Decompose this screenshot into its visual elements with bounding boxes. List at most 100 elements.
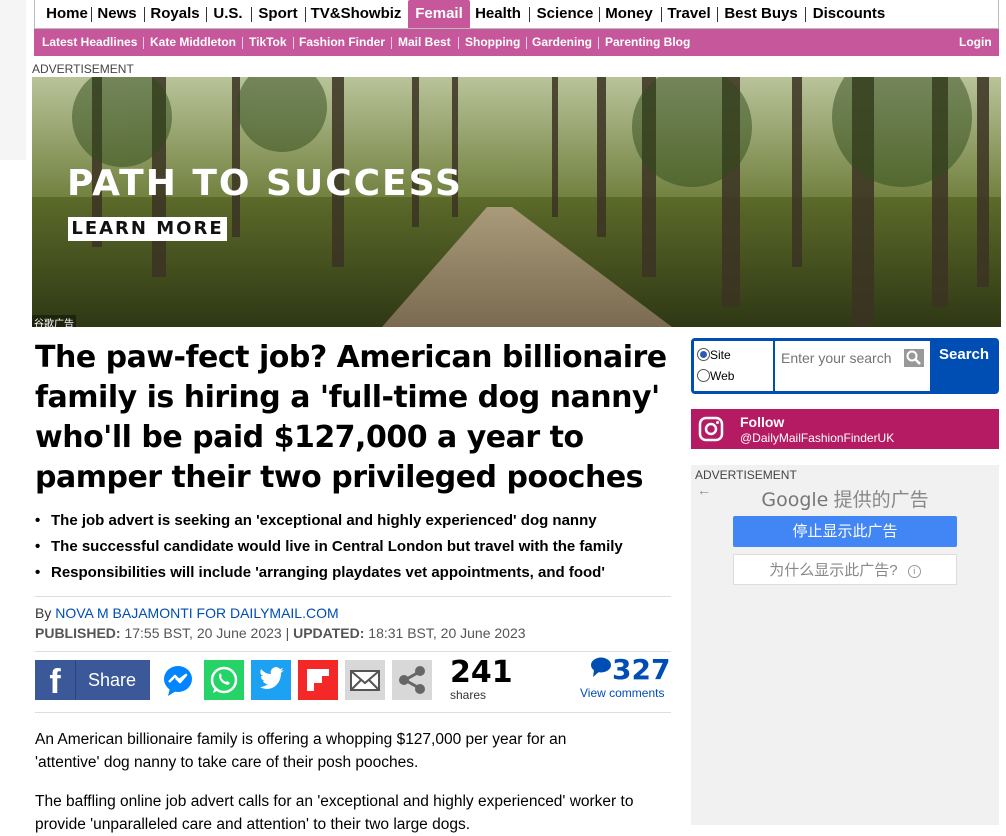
- nav-divider: [599, 7, 600, 22]
- search-button[interactable]: Search: [939, 346, 989, 363]
- more-share-button[interactable]: [392, 660, 432, 700]
- facebook-share-button[interactable]: f Share: [35, 660, 150, 701]
- magnifier-icon: [906, 350, 921, 365]
- subnav-divider: [526, 37, 527, 49]
- view-comments-link[interactable]: View comments: [580, 686, 664, 700]
- banner-ad[interactable]: PATH TO SUCCESS LEARN MORE 谷歌广告: [32, 77, 1001, 327]
- share-icon: [399, 666, 425, 694]
- nav-femail[interactable]: Femail: [408, 0, 470, 28]
- search-input-box: [775, 341, 930, 391]
- share-label: Share: [88, 670, 137, 690]
- nav-news[interactable]: News: [94, 0, 140, 28]
- stop-showing-ad-button[interactable]: 停止显示此广告: [733, 516, 957, 547]
- subnav-fashion-finder[interactable]: Fashion Finder: [299, 29, 385, 56]
- flipboard-icon: [307, 669, 329, 691]
- login-link[interactable]: Login: [959, 29, 992, 56]
- whatsapp-icon: [210, 666, 238, 694]
- share-count: 241: [450, 655, 513, 690]
- updated-label: UPDATED:: [293, 625, 365, 641]
- subnav-kate-middleton[interactable]: Kate Middleton: [150, 29, 236, 56]
- subnav-mail-best[interactable]: Mail Best: [398, 29, 451, 56]
- nav-money[interactable]: Money: [603, 0, 655, 28]
- search-web-radio[interactable]: Web: [697, 369, 734, 383]
- divider: [35, 596, 671, 597]
- instagram-follow-banner[interactable]: Follow @DailyMailFashionFinderUK: [691, 409, 999, 449]
- advertisement-label: ADVERTISEMENT: [695, 468, 797, 482]
- nav-divider: [91, 7, 92, 22]
- primary-nav: Home News Royals U.S. Sport TV&Showbiz F…: [34, 0, 999, 29]
- nav-royals[interactable]: Royals: [146, 0, 204, 28]
- site-search: Site Web Search: [691, 338, 999, 394]
- subnav-parenting-blog[interactable]: Parenting Blog: [605, 29, 690, 56]
- subnav-divider: [143, 37, 144, 49]
- nav-sport[interactable]: Sport: [254, 0, 302, 28]
- nav-divider: [805, 7, 806, 22]
- twitter-icon: [260, 667, 284, 689]
- summary-bullet: The successful candidate would live in C…: [35, 534, 675, 560]
- subnav-divider: [598, 37, 599, 49]
- why-this-ad-label: 为什么显示此广告?: [769, 562, 898, 579]
- search-icon[interactable]: [904, 349, 924, 367]
- subnav-latest-headlines[interactable]: Latest Headlines: [42, 29, 137, 56]
- subnav-divider: [458, 37, 459, 49]
- nav-divider: [206, 7, 207, 22]
- article-headline: The paw-fect job? American billionaire f…: [35, 340, 667, 495]
- facebook-icon: f: [35, 660, 76, 701]
- nav-us[interactable]: U.S.: [209, 0, 247, 28]
- nav-travel[interactable]: Travel: [666, 0, 712, 28]
- comment-count-value: 327: [612, 653, 671, 686]
- search-site-radio[interactable]: Site: [697, 348, 731, 362]
- email-share-button[interactable]: [345, 660, 385, 700]
- shares-label: shares: [450, 688, 487, 702]
- article-paragraph: The baffling online job advert calls for…: [35, 793, 634, 833]
- google-ad-provided: 提供的广告: [833, 490, 929, 511]
- google-ad-panel: ADVERTISEMENT ← Google 提供的广告 停止显示此广告 为什么…: [691, 465, 999, 825]
- whatsapp-share-button[interactable]: [204, 660, 244, 700]
- comment-count[interactable]: 327: [590, 653, 670, 686]
- radio-selected-icon: [697, 348, 710, 361]
- google-ad-title: Google 提供的广告: [691, 485, 999, 512]
- nav-discounts[interactable]: Discounts: [809, 0, 889, 28]
- nav-divider: [251, 7, 252, 22]
- nav-divider: [661, 7, 662, 22]
- flipboard-share-button[interactable]: [298, 660, 338, 700]
- subnav-divider: [242, 37, 243, 49]
- radio-unselected-icon: [697, 369, 710, 382]
- email-icon: [350, 670, 380, 691]
- nav-divider: [529, 7, 530, 22]
- why-this-ad-button[interactable]: 为什么显示此广告? i: [733, 554, 957, 585]
- published-label: PUBLISHED:: [35, 625, 121, 641]
- nav-science[interactable]: Science: [534, 0, 596, 28]
- twitter-share-button[interactable]: [251, 660, 291, 700]
- search-input[interactable]: [779, 349, 903, 367]
- left-gutter: [0, 0, 26, 160]
- byline: By NOVA M BAJAMONTI FOR DAILYMAIL.COM: [35, 605, 339, 621]
- nav-divider: [305, 7, 306, 22]
- divider: [35, 712, 671, 713]
- search-scope: Site Web: [694, 341, 773, 391]
- author-link[interactable]: NOVA M BAJAMONTI FOR DAILYMAIL.COM: [55, 605, 338, 621]
- nav-best-buys[interactable]: Best Buys: [721, 0, 801, 28]
- search-web-label: Web: [710, 369, 735, 383]
- subnav-gardening[interactable]: Gardening: [532, 29, 592, 56]
- divider: [35, 651, 671, 652]
- instagram-icon: [698, 416, 724, 442]
- messenger-share-button[interactable]: [158, 660, 198, 700]
- ad-badge: 谷歌广告: [32, 315, 76, 327]
- info-icon: i: [907, 565, 921, 578]
- nav-tvshowbiz[interactable]: TV&Showbiz: [308, 0, 404, 28]
- nav-home[interactable]: Home: [41, 0, 93, 28]
- summary-bullet: Responsibilities will include 'arranging…: [35, 560, 675, 586]
- learn-more-button[interactable]: LEARN MORE: [68, 217, 227, 241]
- advertisement-label: ADVERTISEMENT: [32, 62, 134, 76]
- search-site-label: Site: [710, 348, 731, 362]
- google-brand: Google: [761, 489, 829, 511]
- secondary-nav: Latest Headlines Kate Middleton TikTok F…: [34, 29, 999, 56]
- nav-divider: [717, 7, 718, 22]
- article-paragraph: An American billionaire family is offeri…: [35, 731, 567, 771]
- updated-time: 18:31 BST, 20 June 2023: [368, 625, 526, 641]
- nav-health[interactable]: Health: [473, 0, 523, 28]
- subnav-shopping[interactable]: Shopping: [465, 29, 520, 56]
- subnav-divider: [293, 37, 294, 49]
- subnav-tiktok[interactable]: TikTok: [249, 29, 287, 56]
